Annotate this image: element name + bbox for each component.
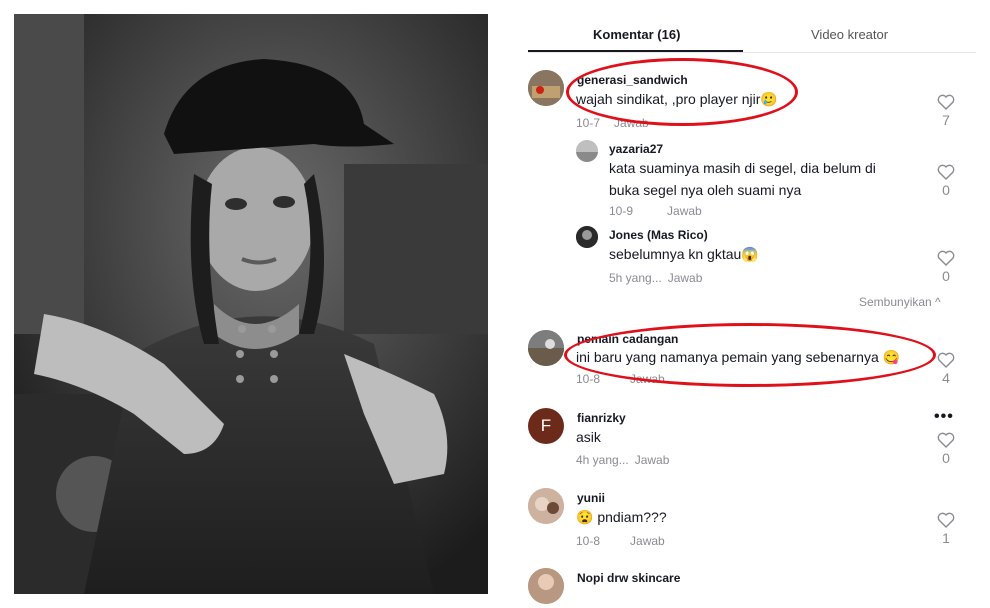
reply-button[interactable]: Jawab <box>630 534 665 548</box>
heart-icon <box>937 250 955 266</box>
comment-item: Nopi drw skincare <box>528 566 976 608</box>
reply-item: Jones (Mas Rico) sebelumnya kn gktau😱 5h… <box>528 222 976 288</box>
reply-button[interactable]: Jawab <box>635 453 670 467</box>
avatar-initial: F <box>540 416 552 435</box>
avatar[interactable]: F <box>528 408 564 444</box>
like-count: 0 <box>942 182 950 198</box>
avatar[interactable] <box>528 70 564 106</box>
comment-text: kata suaminya masih di segel, dia belum … <box>609 160 876 198</box>
reply-item: yazaria27 kata suaminya masih di segel, … <box>528 138 976 220</box>
comment-text: sebelumnya kn gktau😱 <box>609 246 759 262</box>
comment-meta: 10-8 Jawab <box>576 372 665 386</box>
like-count: 1 <box>942 530 950 546</box>
comment-date: 10-8 <box>576 372 601 386</box>
comment-item: pemain cadangan ini baru yang namanya pe… <box>528 326 976 392</box>
heart-icon <box>937 352 955 368</box>
like-button[interactable]: 0 <box>934 164 958 198</box>
heart-icon <box>937 164 955 180</box>
tab-bar: Komentar (16) Video kreator <box>528 0 976 53</box>
comment-date: 4h yang... <box>576 453 629 467</box>
like-count: 0 <box>942 450 950 466</box>
comment-item: F fianrizky asik 4h yang... Jawab ••• 0 <box>528 404 976 470</box>
comment-meta: 4h yang... Jawab <box>576 453 669 467</box>
comment-meta: 10-7 Jawab <box>576 116 649 130</box>
video-frame[interactable] <box>14 14 488 594</box>
like-button[interactable]: 0 <box>934 432 958 466</box>
like-count: 7 <box>942 112 950 128</box>
emoji: 😱 <box>741 246 759 262</box>
like-button[interactable]: 0 <box>934 250 958 284</box>
comment-date: 10-9 <box>609 204 634 218</box>
like-button[interactable]: 7 <box>934 94 958 128</box>
comment-text: ini baru yang namanya pemain yang sebena… <box>576 349 901 365</box>
like-count: 0 <box>942 268 950 284</box>
emoji: 😧 <box>576 509 594 525</box>
active-tab-indicator <box>528 50 743 52</box>
comment-date: 10-7 <box>576 116 601 130</box>
like-count: 4 <box>942 370 950 386</box>
reply-button[interactable]: Jawab <box>668 271 703 285</box>
emoji: 😋 <box>882 349 901 365</box>
reply-button[interactable]: Jawab <box>630 372 665 386</box>
reply-button[interactable]: Jawab <box>614 116 649 130</box>
tab-creator-videos[interactable]: Video kreator <box>811 27 888 42</box>
hide-replies-button[interactable]: Sembunyikan ^ <box>859 295 941 309</box>
like-button[interactable]: 1 <box>934 512 958 546</box>
comment-username[interactable]: Nopi drw skincare <box>577 571 680 585</box>
heart-icon <box>937 94 955 110</box>
heart-icon <box>937 432 955 448</box>
avatar[interactable] <box>576 226 598 248</box>
comment-username[interactable]: Jones (Mas Rico) <box>609 228 708 242</box>
comment-username[interactable]: yunii <box>577 491 605 505</box>
comment-meta: 5h yang... Jawab <box>609 271 702 285</box>
comment-text: 😧 pndiam??? <box>576 509 667 525</box>
more-options-button[interactable]: ••• <box>934 408 954 426</box>
video-still-image <box>14 14 488 594</box>
comment-username[interactable]: pemain cadangan <box>577 332 678 346</box>
comment-date: 5h yang... <box>609 271 662 285</box>
comments-panel: Komentar (16) Video kreator generasi_san… <box>528 0 976 608</box>
heart-icon <box>937 512 955 528</box>
comment-text: wajah sindikat, ,pro player njir🥲 <box>576 91 778 107</box>
reply-button[interactable]: Jawab <box>667 204 702 218</box>
comment-date: 10-8 <box>576 534 601 548</box>
comment-meta: 10-9 Jawab <box>609 204 702 218</box>
tab-comments[interactable]: Komentar (16) <box>593 27 680 42</box>
comment-username[interactable]: generasi_sandwich <box>577 73 688 87</box>
emoji: 🥲 <box>760 91 778 107</box>
avatar[interactable] <box>528 488 564 524</box>
comment-text: asik <box>576 429 601 445</box>
comment-username[interactable]: fianrizky <box>577 411 626 425</box>
comment-meta: 10-8 Jawab <box>576 534 665 548</box>
like-button[interactable]: 4 <box>934 352 958 386</box>
comment-item: generasi_sandwich wajah sindikat, ,pro p… <box>528 66 976 130</box>
avatar[interactable] <box>576 140 598 162</box>
comment-username[interactable]: yazaria27 <box>609 142 663 156</box>
avatar[interactable] <box>528 330 564 366</box>
comment-item: yunii 😧 pndiam??? 10-8 Jawab 1 <box>528 484 976 550</box>
avatar[interactable] <box>528 568 564 604</box>
